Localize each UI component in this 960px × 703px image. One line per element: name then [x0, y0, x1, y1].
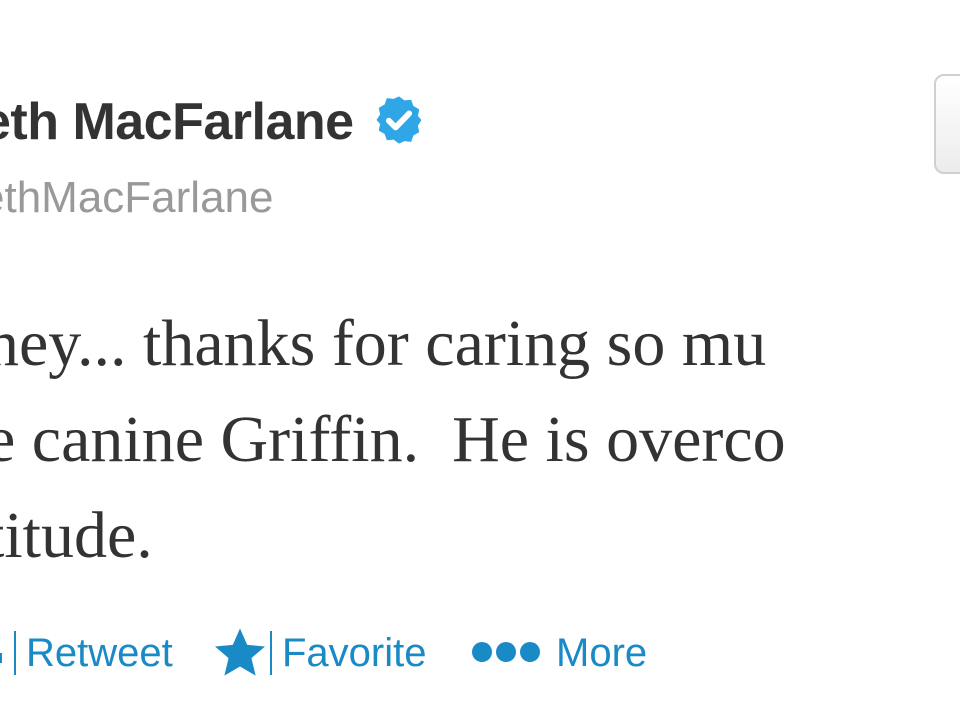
tweet-text-line: ney... thanks for caring so mu [0, 307, 767, 380]
star-icon [215, 628, 265, 676]
follow-button[interactable] [934, 74, 960, 174]
favorite-button[interactable]: Favorite [212, 618, 427, 688]
tweet-text: ney... thanks for caring so mu e canine … [0, 296, 960, 584]
action-divider [14, 631, 16, 675]
tweet-actions: Retweet Favorite More [0, 618, 960, 688]
retweet-button[interactable]: Retweet [0, 618, 173, 688]
tweet-text-line: e canine Griffin. He is overco [0, 403, 786, 476]
tweet-text-line: titude. [0, 499, 153, 572]
more-button[interactable]: More [470, 618, 647, 688]
tweet-card: eth MacFarlane ethMacFarlane ney... than… [0, 0, 960, 703]
author-screen-name[interactable]: ethMacFarlane [0, 176, 273, 220]
action-divider [270, 631, 272, 675]
tweet-author[interactable]: eth MacFarlane [0, 95, 426, 149]
author-display-name[interactable]: eth MacFarlane [0, 96, 354, 148]
retweet-icon [0, 653, 2, 663]
favorite-label[interactable]: Favorite [282, 633, 427, 673]
retweet-label[interactable]: Retweet [26, 633, 173, 673]
verified-badge-icon [376, 96, 422, 144]
more-label[interactable]: More [556, 633, 647, 673]
ellipsis-icon [472, 642, 540, 662]
